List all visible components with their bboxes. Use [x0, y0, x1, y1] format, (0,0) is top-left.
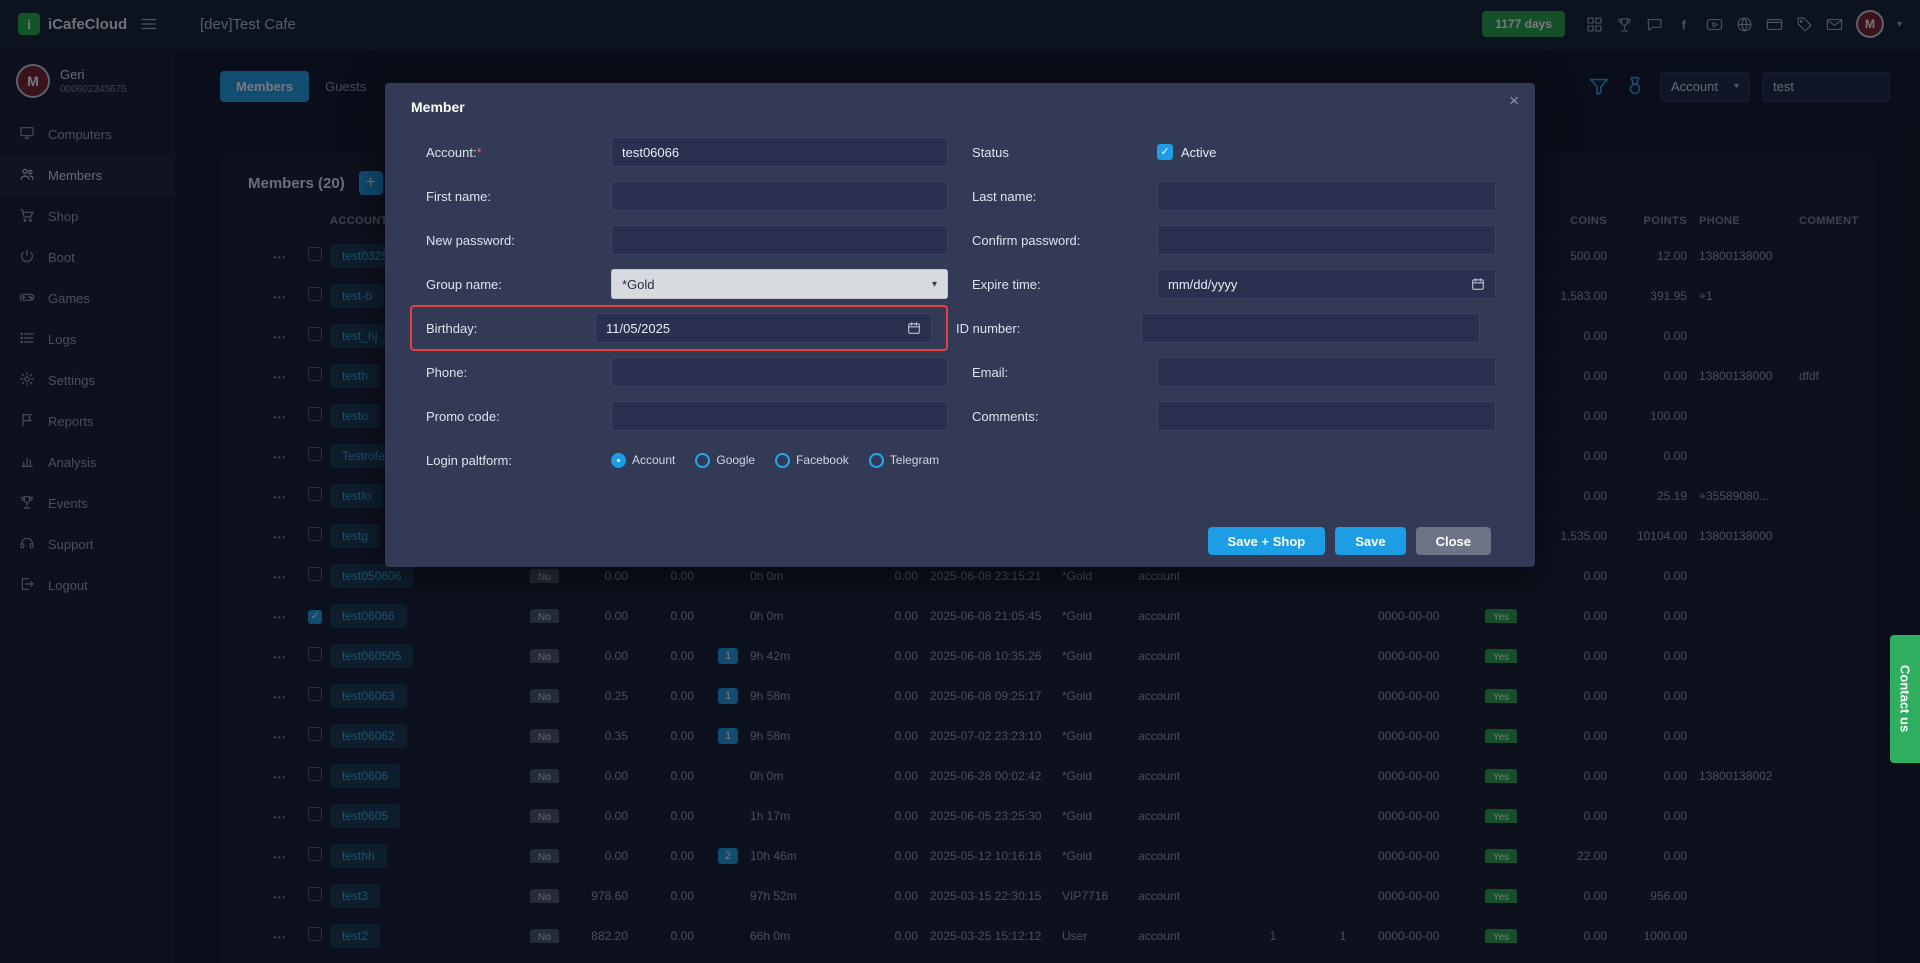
radio-icon: [869, 453, 884, 468]
first-name-field[interactable]: [611, 181, 948, 211]
new-password-field[interactable]: [611, 225, 948, 255]
expire-time-value: mm/dd/yyyy: [1168, 277, 1237, 292]
status-value: Active: [1181, 145, 1216, 160]
last-name-label: Last name:: [972, 189, 1157, 204]
confirm-password-field[interactable]: [1157, 225, 1496, 255]
member-modal: Member × Account:* Status ✓ Active First…: [385, 83, 1535, 567]
close-icon[interactable]: ×: [1509, 91, 1519, 111]
birthday-value: 11/05/2025: [606, 321, 670, 336]
group-name-label: Group name:: [426, 277, 611, 292]
confirm-password-label: Confirm password:: [972, 233, 1157, 248]
save-shop-button[interactable]: Save + Shop: [1208, 527, 1326, 555]
group-name-value: *Gold: [622, 277, 655, 292]
status-checkbox[interactable]: ✓: [1157, 144, 1173, 160]
modal-footer: Save + Shop Save Close: [1208, 527, 1491, 555]
last-name-field[interactable]: [1157, 181, 1496, 211]
account-label: Account:*: [426, 145, 611, 160]
radio-icon: [695, 453, 710, 468]
comments-label: Comments:: [972, 409, 1157, 424]
birthday-highlight: Birthday: 11/05/2025: [410, 305, 948, 351]
login-platform-label: Login paltform:: [426, 453, 611, 468]
radio-icon: [611, 453, 626, 468]
phone-label: Phone:: [426, 365, 611, 380]
platform-radio-google[interactable]: Google: [695, 453, 755, 468]
chevron-down-icon: ▾: [932, 279, 937, 290]
birthday-label: Birthday:: [426, 321, 595, 336]
email-label: Email:: [972, 365, 1157, 380]
group-name-select[interactable]: *Gold ▾: [611, 269, 948, 299]
birthday-field[interactable]: 11/05/2025: [595, 313, 932, 343]
expire-time-label: Expire time:: [972, 277, 1157, 292]
save-button[interactable]: Save: [1335, 527, 1405, 555]
radio-icon: [775, 453, 790, 468]
modal-title: Member: [385, 99, 1535, 119]
platform-radio-label: Telegram: [890, 453, 939, 467]
platform-radio-account[interactable]: Account: [611, 453, 675, 468]
comments-field[interactable]: [1157, 401, 1496, 431]
calendar-icon: [1471, 277, 1485, 291]
platform-radio-facebook[interactable]: Facebook: [775, 453, 849, 468]
member-form: Account:* Status ✓ Active First name: La…: [385, 137, 1535, 475]
id-number-field[interactable]: [1141, 313, 1480, 343]
required-star: *: [477, 145, 482, 160]
platform-radio-telegram[interactable]: Telegram: [869, 453, 939, 468]
promo-code-label: Promo code:: [426, 409, 611, 424]
new-password-label: New password:: [426, 233, 611, 248]
account-field[interactable]: [611, 137, 948, 167]
first-name-label: First name:: [426, 189, 611, 204]
close-button[interactable]: Close: [1416, 527, 1491, 555]
email-field[interactable]: [1157, 357, 1496, 387]
phone-field[interactable]: [611, 357, 948, 387]
promo-code-field[interactable]: [611, 401, 948, 431]
platform-radio-label: Google: [716, 453, 755, 467]
status-label: Status: [972, 145, 1157, 160]
platform-radio-label: Facebook: [796, 453, 849, 467]
platform-radio-group: Account Google Facebook Telegram: [611, 453, 939, 468]
expire-time-field[interactable]: mm/dd/yyyy: [1157, 269, 1496, 299]
contact-us-tab[interactable]: Contact us: [1890, 635, 1920, 763]
platform-radio-label: Account: [632, 453, 675, 467]
id-number-label: ID number:: [956, 321, 1141, 336]
calendar-icon: [907, 321, 921, 335]
